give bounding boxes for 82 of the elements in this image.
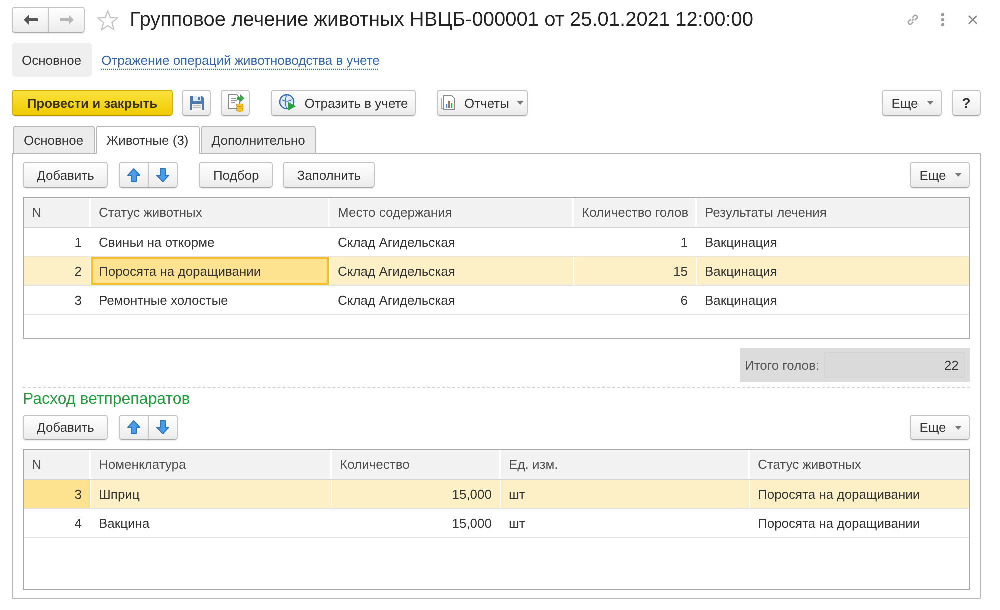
caret-icon	[927, 101, 934, 105]
back-button[interactable]	[12, 7, 49, 33]
post-and-close-button[interactable]: Провести и закрыть	[12, 90, 173, 116]
caret-icon	[517, 101, 524, 105]
tab[interactable]: Дополнительно	[200, 126, 316, 153]
table-cell: Свиньи на откорме	[91, 228, 330, 256]
table-cell: 3	[24, 286, 91, 314]
table-cell: 15,000	[332, 480, 501, 508]
post-button[interactable]	[221, 90, 250, 116]
column-header[interactable]: Ед. изм.	[501, 450, 750, 479]
column-header[interactable]: Количество голов	[574, 198, 697, 227]
column-header[interactable]: N	[24, 450, 91, 479]
menu-button[interactable]: Отчеты	[437, 90, 528, 116]
table-cell: Склад Агидельская	[330, 286, 574, 314]
move-down-button[interactable]	[148, 415, 178, 440]
table-cell: Склад Агидельская	[330, 228, 574, 256]
table-cell: 4	[24, 509, 91, 537]
table-cell: Поросята на доращивании	[91, 257, 330, 285]
move-up-button[interactable]	[119, 415, 150, 440]
toolbar-button[interactable]: Заполнить	[283, 162, 376, 188]
table-cell: 1	[574, 228, 697, 256]
total-field: 22	[824, 352, 965, 378]
move-down-button[interactable]	[148, 162, 178, 188]
toolbar-button[interactable]: Подбор	[199, 162, 274, 188]
table-cell: Шприц	[91, 480, 332, 508]
table-cell: Вакцина	[91, 509, 332, 537]
more-button[interactable]: Еще	[882, 90, 942, 116]
action-button[interactable]: Отразить в учете	[271, 90, 416, 116]
nav-item[interactable]: Основное	[12, 43, 92, 77]
star-icon[interactable]	[97, 10, 119, 30]
table-cell: 15	[574, 257, 697, 285]
table-cell-text: Поросята на доращивании	[757, 514, 922, 533]
more-icon	[941, 13, 945, 27]
column-header[interactable]: Результаты лечения	[697, 198, 969, 227]
document-arrow-icon	[226, 94, 244, 112]
more-button[interactable]: Еще	[910, 415, 970, 440]
column-header[interactable]: Место содержания	[330, 198, 574, 227]
table-cell: 6	[574, 286, 697, 314]
toolbar-button[interactable]: Добавить	[23, 415, 108, 440]
table-cell-text: Поросята на доращивании	[757, 486, 922, 504]
table-cell: 3	[24, 480, 91, 508]
arrow-down-icon	[156, 168, 170, 182]
close-icon	[968, 15, 978, 25]
tab[interactable]: Основное	[13, 126, 95, 153]
window-title: Групповое лечение животных НВЦБ-000001 от 25.01.2021 12:00:00	[130, 8, 754, 32]
table-cell-text: Вакцинация	[704, 234, 778, 252]
globe-play-icon	[278, 94, 297, 112]
section-title: Расход ветпрепаратов	[23, 390, 190, 408]
help-button[interactable]: ?	[952, 90, 981, 116]
table-cell: шт	[501, 480, 750, 508]
nav-link[interactable]: Отражение операций животноводства в учете	[92, 43, 390, 77]
tab[interactable]: Животные (3)	[96, 126, 200, 154]
table-cell: Ремонтные холостые	[91, 286, 330, 314]
column-header[interactable]: Статус животных	[91, 198, 330, 227]
toolbar-button[interactable]: Добавить	[23, 162, 108, 188]
table-cell: Склад Агидельская	[330, 257, 574, 285]
column-header[interactable]: Количество	[332, 450, 501, 479]
total-label: Итого голов:	[745, 358, 821, 372]
link-icon	[905, 12, 921, 28]
table-cell: 15,000	[332, 509, 501, 537]
table-row[interactable]: 3 Ремонтные холостые Склад Агидельская 6 Вакцинация	[24, 286, 969, 315]
column-header[interactable]: Номенклатура	[91, 450, 332, 479]
caret-icon	[955, 173, 962, 177]
table-row[interactable]: 2 Поросята на доращивании Склад Агидельская 15 Вакцинация	[24, 257, 969, 286]
table-row[interactable]: 4 Вакцина 15,000 шт Поросята на доращивании	[24, 509, 969, 538]
more-button[interactable]: Еще	[910, 162, 970, 188]
table-cell: шт	[501, 509, 750, 537]
table-row[interactable]: 3 Шприц 15,000 шт Поросята на доращивании	[24, 480, 969, 509]
arrow-right-icon	[60, 15, 74, 25]
report-icon	[440, 95, 457, 111]
column-header[interactable]: N	[24, 198, 91, 227]
caret-icon	[955, 426, 962, 430]
arrow-up-icon	[127, 420, 142, 435]
table-cell-text: Вакцинация	[704, 292, 778, 310]
arrow-down-icon	[156, 420, 170, 435]
column-header[interactable]: Статус животных	[750, 450, 969, 479]
save-button[interactable]	[182, 90, 211, 116]
arrow-left-icon	[24, 15, 38, 25]
table-cell: 1	[24, 228, 91, 256]
table-cell-text: Вакцинация	[704, 262, 778, 281]
arrow-up-icon	[127, 168, 142, 182]
move-up-button[interactable]	[119, 162, 150, 188]
